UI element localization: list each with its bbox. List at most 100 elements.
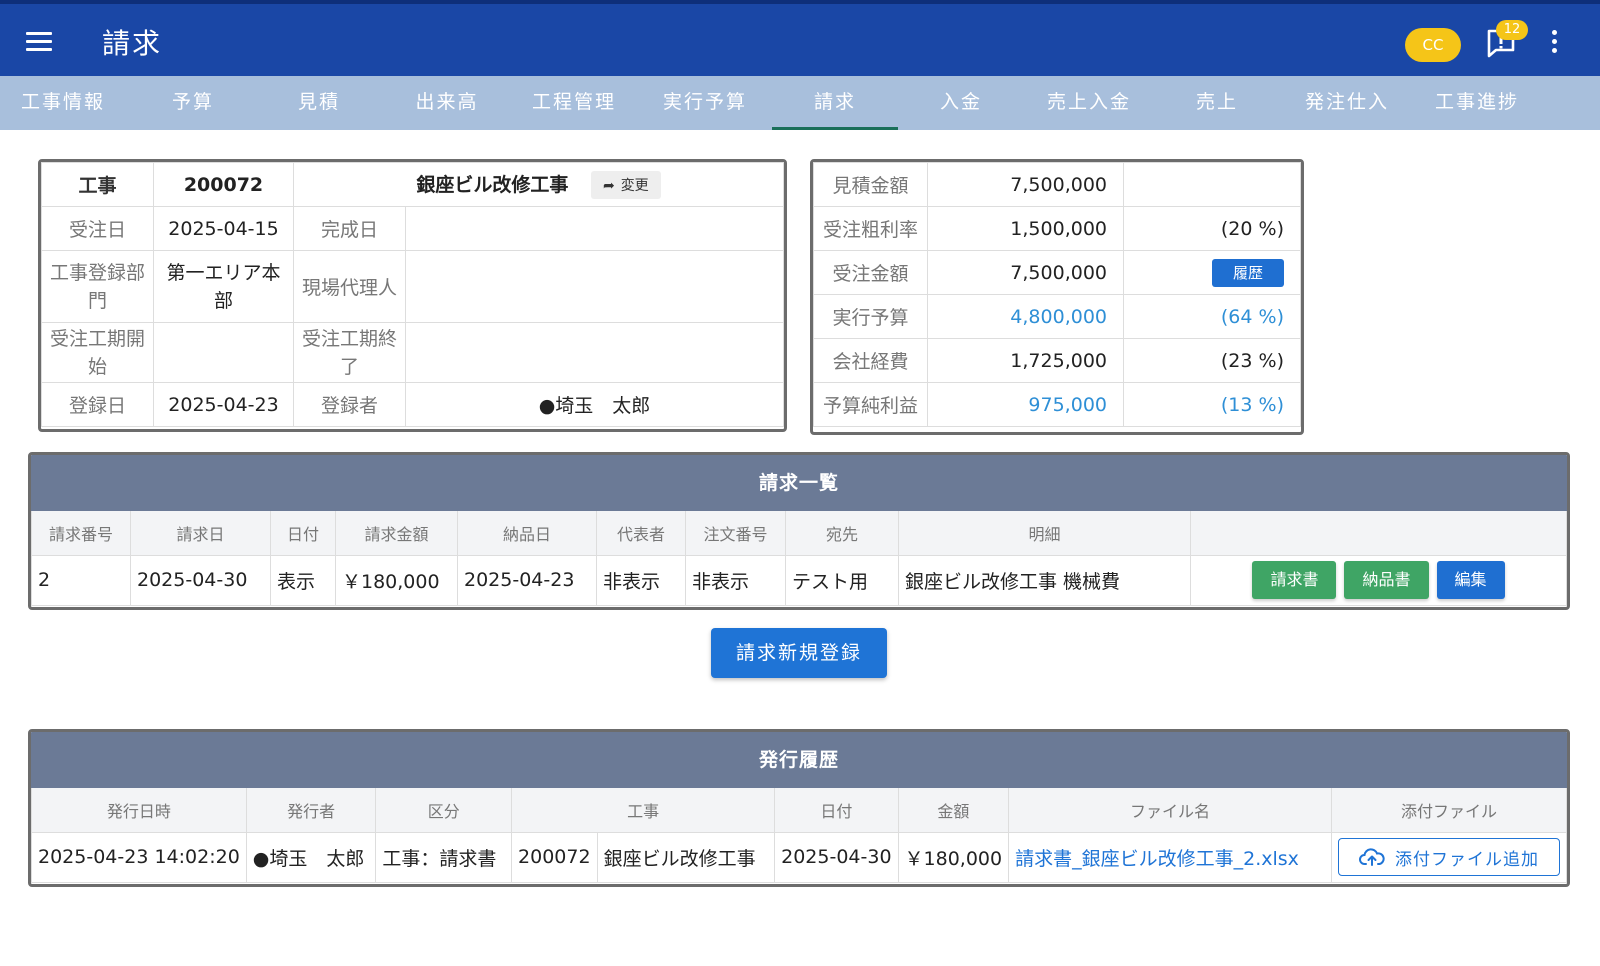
- invoice-date: 2025-04-30: [130, 554, 271, 606]
- dept: 第一エリア本部: [153, 250, 294, 323]
- tab-construction-progress[interactable]: 工事進捗: [1414, 76, 1540, 130]
- user-avatar[interactable]: CC: [1405, 28, 1461, 62]
- complete-date: [405, 206, 784, 251]
- invoice-doc-button[interactable]: 請求書: [1252, 561, 1337, 599]
- share-arrow-icon: ➦: [602, 178, 615, 195]
- attach-cell: 添付ファイル追加: [1331, 831, 1567, 883]
- invoice-list-title: 請求一覧: [31, 455, 1567, 511]
- invoice-detail: 銀座ビル改修工事 機械費: [898, 554, 1191, 606]
- representative: 非表示: [596, 554, 686, 606]
- tab-sales[interactable]: 売上: [1154, 76, 1280, 130]
- history-button[interactable]: 履歴: [1212, 258, 1284, 287]
- issue-datetime: 2025-04-23 14:02:20: [31, 831, 247, 883]
- table-row: 2025-04-23 14:02:20 ●埼玉 太郎 工事：請求書 200072…: [31, 831, 1567, 883]
- hamburger-menu-icon[interactable]: [26, 32, 52, 52]
- project-code: 200072: [153, 162, 294, 207]
- change-label: 変更: [620, 178, 649, 195]
- column-header: 宛先: [785, 511, 899, 556]
- history-cell: 履歴: [1123, 250, 1301, 295]
- project-name-cell: 銀座ビル改修工事 ➦ 変更: [293, 162, 784, 207]
- registrant-label: 登録者: [293, 382, 406, 427]
- column-header: 請求金額: [335, 511, 458, 556]
- budget-summary-panel: 見積金額 7,500,000 受注粗利率 1,500,000 (20 %) 受注…: [810, 159, 1304, 435]
- order-date-label: 受注日: [41, 206, 154, 251]
- column-header: 請求番号: [31, 511, 131, 556]
- delivery-doc-button[interactable]: 納品書: [1344, 561, 1429, 599]
- column-header: 発行者: [245, 788, 377, 833]
- cloud-upload-icon: [1359, 847, 1385, 867]
- issuer: ●埼玉 太郎: [245, 831, 377, 883]
- summary-label: 受注粗利率: [813, 206, 928, 251]
- more-vert-icon[interactable]: [1550, 30, 1558, 56]
- tab-progress-amount[interactable]: 出来高: [384, 76, 510, 130]
- summary-extra: (23 %): [1123, 338, 1301, 383]
- tab-purchase-order[interactable]: 発注仕入: [1284, 76, 1410, 130]
- add-attachment-button[interactable]: 添付ファイル追加: [1338, 838, 1560, 876]
- project-info-panel: 工事 200072 銀座ビル改修工事 ➦ 変更 受注日 2025-04-15 完成…: [38, 159, 787, 432]
- add-attachment-label: 添付ファイル追加: [1395, 849, 1539, 870]
- table-row: 2 2025-04-30 表示 ￥180,000 2025-04-23 非表示 …: [31, 554, 1567, 606]
- history-project-code: 200072: [511, 831, 598, 883]
- period-start: [153, 322, 294, 383]
- edit-button[interactable]: 編集: [1436, 561, 1505, 599]
- row-actions: 請求書 納品書 編集: [1190, 554, 1567, 606]
- file-name-link[interactable]: 請求書_銀座ビル改修工事_2.xlsx: [1015, 848, 1299, 870]
- history-header-row: 発行日時 発行者 区分 工事 日付 金額 ファイル名 添付ファイル: [31, 788, 1567, 833]
- column-header: 区分: [375, 788, 513, 833]
- summary-value: 7,500,000: [927, 250, 1124, 295]
- period-end-label: 受注工期終了: [293, 322, 406, 383]
- column-header: 納品日: [457, 511, 597, 556]
- invoice-number: 2: [31, 554, 131, 606]
- issue-history-panel: 発行履歴 発行日時 発行者 区分 工事 日付 金額 ファイル名 添付ファイル 2…: [28, 729, 1570, 887]
- summary-label: 受注金額: [813, 250, 928, 295]
- history-date: 2025-04-30: [774, 831, 899, 883]
- column-header: 発行日時: [31, 788, 247, 833]
- order-date: 2025-04-15: [153, 206, 294, 251]
- reg-date-label: 登録日: [41, 382, 154, 427]
- tab-schedule[interactable]: 工程管理: [511, 76, 637, 130]
- tab-estimate[interactable]: 見積: [256, 76, 382, 130]
- change-button[interactable]: ➦ 変更: [590, 171, 661, 200]
- category: 工事：請求書: [375, 831, 513, 883]
- date-display: 表示: [270, 554, 336, 606]
- notification-badge: 12: [1496, 20, 1528, 40]
- summary-label: 会社経費: [813, 338, 928, 383]
- dept-label: 工事登録部門: [41, 250, 154, 323]
- issue-history-title: 発行履歴: [31, 732, 1567, 788]
- invoice-list-panel: 請求一覧 請求番号 請求日 日付 請求金額 納品日 代表者 注文番号 宛先 明細…: [28, 452, 1570, 610]
- summary-label: 実行予算: [813, 294, 928, 339]
- summary-value: 975,000: [927, 382, 1124, 427]
- new-invoice-button[interactable]: 請求新規登録: [711, 628, 887, 678]
- summary-extra: (13 %): [1123, 382, 1301, 427]
- history-amount: ￥180,000: [897, 831, 1010, 883]
- history-project-name: 銀座ビル改修工事: [596, 831, 776, 883]
- site-agent: [405, 250, 784, 323]
- column-header: 日付: [270, 511, 336, 556]
- column-header: 明細: [898, 511, 1191, 556]
- summary-label: 見積金額: [813, 162, 928, 207]
- summary-label: 予算純利益: [813, 382, 928, 427]
- tab-invoice[interactable]: 請求: [772, 76, 898, 130]
- summary-value: 1,725,000: [927, 338, 1124, 383]
- order-number: 非表示: [685, 554, 786, 606]
- column-header: 注文番号: [685, 511, 786, 556]
- column-header: 日付: [774, 788, 899, 833]
- summary-value: 1,500,000: [927, 206, 1124, 251]
- summary-extra: (64 %): [1123, 294, 1301, 339]
- project-name: 銀座ビル改修工事: [416, 173, 569, 196]
- summary-value: 4,800,000: [927, 294, 1124, 339]
- tab-sales-payment[interactable]: 売上入金: [1026, 76, 1152, 130]
- recipient: テスト用: [785, 554, 899, 606]
- tab-construction-info[interactable]: 工事情報: [0, 76, 126, 130]
- invoice-amount: ￥180,000: [335, 554, 458, 606]
- page-title: 請求: [102, 27, 163, 60]
- tab-bar: 工事情報 予算 見積 出来高 工程管理 実行予算 請求 入金 売上入金 売上 発…: [0, 76, 1600, 130]
- tab-payment[interactable]: 入金: [898, 76, 1024, 130]
- tab-execution-budget[interactable]: 実行予算: [642, 76, 768, 130]
- tab-budget[interactable]: 予算: [130, 76, 256, 130]
- period-start-label: 受注工期開始: [41, 322, 154, 383]
- column-header: 代表者: [596, 511, 686, 556]
- reg-date: 2025-04-23: [153, 382, 294, 427]
- column-header: 工事: [511, 788, 776, 833]
- app-bar: 請求 CC 12: [0, 0, 1600, 76]
